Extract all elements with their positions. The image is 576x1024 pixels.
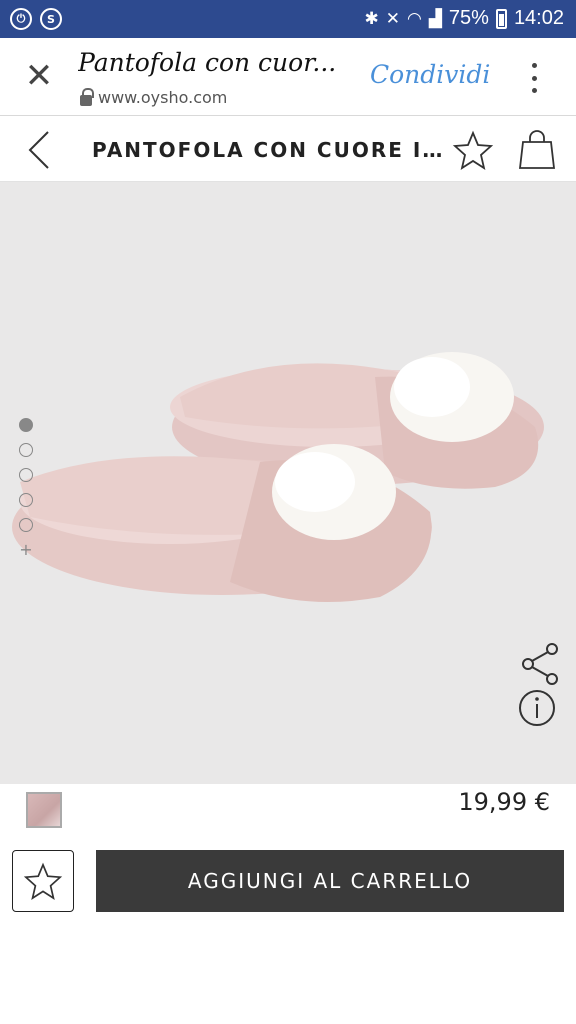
url-text: www.oysho.com bbox=[98, 88, 228, 107]
battery-percent: 75% bbox=[448, 7, 489, 29]
lock-icon bbox=[80, 87, 94, 106]
bluetooth-icon: ✱ bbox=[364, 8, 379, 28]
wishlist-button[interactable] bbox=[12, 850, 74, 912]
share-link[interactable]: Condividi bbox=[370, 60, 490, 89]
add-to-cart-button[interactable]: AGGIUNGI AL CARRELLO bbox=[96, 850, 564, 912]
gallery-dot[interactable] bbox=[19, 518, 33, 532]
shopping-bag-icon[interactable] bbox=[518, 128, 556, 172]
info-icon[interactable] bbox=[517, 688, 557, 728]
gallery-dot[interactable] bbox=[19, 418, 33, 432]
close-icon[interactable]: ✕ bbox=[22, 56, 56, 96]
color-swatch[interactable] bbox=[26, 792, 62, 828]
gallery-dot[interactable] bbox=[19, 493, 33, 507]
overflow-menu-icon[interactable] bbox=[520, 60, 548, 96]
clock: 14:02 bbox=[513, 7, 564, 29]
shazam-icon: S bbox=[40, 8, 62, 30]
gallery-dot[interactable] bbox=[19, 468, 33, 482]
tab-url: www.oysho.com bbox=[80, 87, 228, 107]
tab-title: Pantofola con cuor... bbox=[78, 48, 337, 77]
browser-tab-header: ✕ Pantofola con cuor... www.oysho.com Co… bbox=[0, 38, 576, 116]
signal-icon: ▟ bbox=[428, 8, 442, 28]
gallery-pagination: + bbox=[19, 418, 35, 558]
product-price: 19,99 € bbox=[458, 788, 550, 816]
share-icon[interactable] bbox=[520, 642, 560, 686]
gallery-more[interactable]: + bbox=[19, 542, 33, 558]
battery-icon bbox=[495, 8, 507, 29]
status-bar: ⏻ S ✱ ✕ ◠ ▟ 75% 14:02 bbox=[0, 0, 576, 38]
back-arrow-icon[interactable] bbox=[26, 130, 56, 170]
gallery-dot[interactable] bbox=[19, 443, 33, 457]
power-circle-icon: ⏻ bbox=[10, 8, 32, 30]
star-icon bbox=[23, 862, 63, 900]
star-icon[interactable] bbox=[452, 130, 494, 170]
product-title: PANTOFOLA CON CUORE I... bbox=[92, 138, 448, 162]
product-image-gallery[interactable]: + bbox=[0, 182, 576, 784]
wifi-icon: ◠ bbox=[406, 8, 422, 28]
product-header: PANTOFOLA CON CUORE I... bbox=[0, 116, 576, 182]
mute-icon: ✕ bbox=[385, 8, 400, 28]
slippers-product-image bbox=[12, 352, 544, 602]
